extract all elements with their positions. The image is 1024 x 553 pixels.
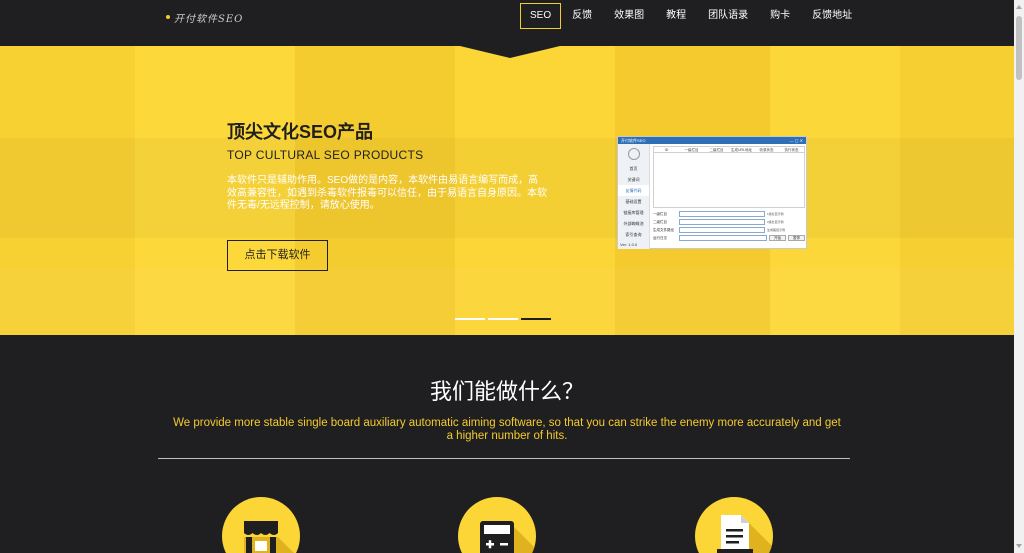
app-logo-icon bbox=[627, 148, 640, 160]
logo[interactable]: 开付软件SEO bbox=[166, 9, 243, 25]
app-form-label: 生成文件路径 bbox=[653, 227, 674, 232]
app-form-field bbox=[679, 211, 765, 217]
page-scrollbar[interactable] bbox=[1014, 0, 1024, 553]
app-sidebar-item: 关键词 bbox=[627, 177, 640, 182]
nav-item-tutorial[interactable]: 教程 bbox=[655, 3, 697, 29]
document-icon bbox=[717, 515, 773, 553]
app-table-column: 二级栏目 bbox=[709, 148, 724, 152]
hero-subtitle: TOP CULTURAL SEO PRODUCTS bbox=[227, 148, 424, 162]
app-data-table: ID 一级栏目 二级栏目 生成URL地址 收录状态 执行状态 bbox=[653, 146, 805, 208]
app-form-label: 二级栏目 bbox=[653, 219, 667, 224]
app-form-label: 运行日志 bbox=[653, 235, 667, 240]
app-form-label: 一级栏目 bbox=[653, 211, 667, 216]
app-form-field bbox=[679, 227, 765, 233]
hero-carousel: 顶尖文化SEO产品 TOP CULTURAL SEO PRODUCTS 本软件只… bbox=[0, 38, 1014, 335]
nav-menu: SEO 反馈 效果图 教程 团队语录 购卡 反馈地址 bbox=[520, 3, 863, 29]
logo-text: 开付软件SEO bbox=[174, 13, 244, 25]
app-pause-button: 暂停 bbox=[788, 235, 805, 241]
app-sidebar-item: 链接库管理 bbox=[623, 210, 644, 215]
nav-item-team-quotes[interactable]: 团队语录 bbox=[697, 3, 759, 29]
calculator-icon bbox=[480, 521, 536, 553]
app-form-field bbox=[679, 219, 765, 225]
section-title: 我们能做什么？ bbox=[429, 379, 584, 404]
download-button[interactable]: 点击下载软件 bbox=[227, 240, 328, 271]
carousel-dot-3-active[interactable] bbox=[521, 318, 551, 320]
logo-mark bbox=[166, 15, 170, 19]
nav-item-buy-card[interactable]: 购卡 bbox=[759, 3, 801, 29]
section-description: We provide more stable single board auxi… bbox=[173, 417, 841, 442]
app-form-row: 运行日志 开始 暂停 bbox=[653, 234, 805, 242]
carousel-dot-2[interactable] bbox=[488, 318, 518, 320]
app-form-row: 一级栏目 1级栏目示例 bbox=[653, 210, 805, 218]
app-sidebar-item: 外部蜘蛛池 bbox=[623, 221, 644, 226]
app-table-column: 执行状态 bbox=[784, 148, 799, 152]
app-form: 一级栏目 1级栏目示例 二级栏目 2级栏目示例 生成文件路径 生成路径示例 运行… bbox=[653, 210, 805, 242]
app-form-row: 二级栏目 2级栏目示例 bbox=[653, 218, 805, 226]
feature-shop bbox=[222, 497, 300, 553]
nav-item-screenshots[interactable]: 效果图 bbox=[603, 3, 655, 29]
app-table-column: ID bbox=[664, 148, 669, 152]
app-window-controls-icon: — ▢ ✕ bbox=[789, 138, 803, 143]
app-form-field bbox=[679, 235, 767, 241]
app-table-column: 收录状态 bbox=[759, 148, 774, 152]
nav-item-feedback[interactable]: 反馈 bbox=[561, 3, 603, 29]
app-sidebar-item: 索引查询 bbox=[625, 232, 642, 237]
app-sidebar-item-selected: 友情代码 bbox=[618, 185, 649, 196]
nav-item-feedback-address[interactable]: 反馈地址 bbox=[801, 3, 863, 29]
app-titlebar-title: 开付软件SEO bbox=[621, 137, 646, 143]
shop-icon bbox=[244, 521, 294, 553]
app-titlebar: 开付软件SEO — ▢ ✕ bbox=[618, 137, 806, 144]
carousel-indicators bbox=[455, 318, 551, 320]
scroll-thumb[interactable] bbox=[1016, 16, 1022, 80]
app-sidebar-item: 首页 bbox=[629, 166, 638, 171]
nav-item-seo[interactable]: SEO bbox=[520, 3, 562, 29]
feature-calculator bbox=[458, 497, 536, 553]
scroll-up-arrow-icon[interactable] bbox=[1016, 5, 1022, 9]
app-start-button: 开始 bbox=[769, 235, 786, 241]
app-form-note: 2级栏目示例 bbox=[767, 220, 784, 224]
app-form-row: 生成文件路径 生成路径示例 bbox=[653, 226, 805, 234]
app-table-column: 生成URL地址 bbox=[730, 148, 752, 152]
app-sidebar-item: 基础设置 bbox=[625, 199, 642, 204]
top-navbar: 开付软件SEO SEO 反馈 效果图 教程 团队语录 购卡 反馈地址 bbox=[0, 0, 1014, 38]
app-screenshot-preview: 开付软件SEO — ▢ ✕ 首页 关键词 友情代码 基础设置 链接库管理 外部蜘… bbox=[617, 136, 807, 249]
hero-title: 顶尖文化SEO产品 bbox=[227, 122, 374, 142]
app-form-note: 生成路径示例 bbox=[767, 228, 786, 232]
app-version: Ver: 1.0.0 bbox=[620, 242, 638, 247]
carousel-dot-1[interactable] bbox=[455, 318, 485, 320]
app-table-column: 一级栏目 bbox=[684, 148, 699, 152]
app-sidebar: 首页 关键词 友情代码 基础设置 链接库管理 外部蜘蛛池 索引查询 Ver: 1… bbox=[618, 144, 650, 249]
scroll-down-arrow-icon[interactable] bbox=[1016, 544, 1022, 548]
section-divider bbox=[158, 458, 850, 459]
app-table-header: ID 一级栏目 二级栏目 生成URL地址 收录状态 执行状态 bbox=[654, 147, 804, 153]
feature-document bbox=[695, 497, 773, 553]
app-form-note: 1级栏目示例 bbox=[767, 212, 784, 216]
hero-description: 本软件只是辅助作用。SEO做的是内容，本软件由易语言编写而成，高效高兼容性，如遇… bbox=[227, 175, 547, 211]
